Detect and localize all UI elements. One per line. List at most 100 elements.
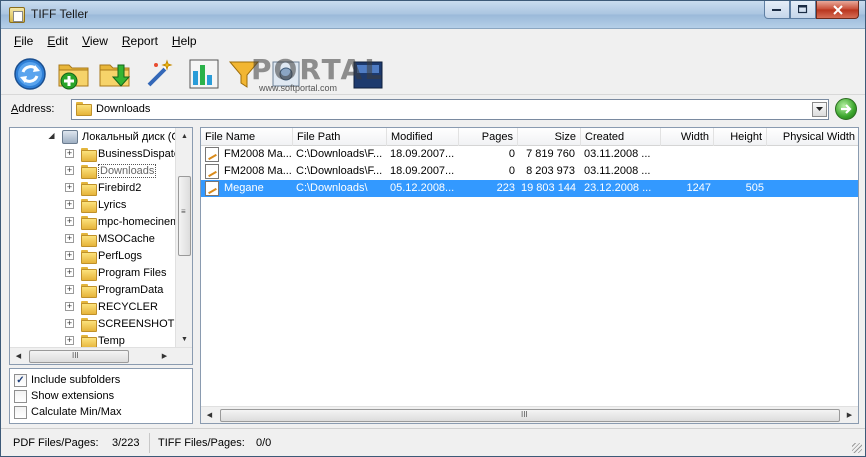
expand-plus-icon[interactable]: + bbox=[65, 319, 74, 328]
address-label-rest: ddress: bbox=[18, 103, 55, 115]
tree-root-label: Локальный диск (C bbox=[82, 131, 180, 143]
add-folder-button[interactable] bbox=[57, 57, 91, 91]
chart-report-icon bbox=[189, 59, 219, 89]
address-bar: Address: Downloads bbox=[1, 97, 865, 123]
tree-item[interactable]: + PerfLogs bbox=[10, 248, 176, 265]
folder-download-icon bbox=[99, 64, 131, 87]
add-folder-icon bbox=[58, 64, 89, 90]
menu-file[interactable]: File bbox=[7, 31, 40, 51]
app-icon[interactable] bbox=[9, 7, 25, 23]
menu-edit-rest: dit bbox=[55, 34, 69, 48]
cell-pages: 0 bbox=[508, 148, 515, 160]
resize-grip-icon[interactable] bbox=[852, 443, 862, 453]
menu-report-rest: eport bbox=[130, 34, 158, 48]
document-icon bbox=[205, 164, 219, 179]
menu-report-accel: R bbox=[121, 34, 131, 48]
folder-icon bbox=[81, 165, 97, 179]
checkbox-box[interactable] bbox=[14, 390, 27, 403]
file-row[interactable]: FM2008 Ma... C:\Downloads\F... 18.09.2007.… bbox=[201, 163, 858, 180]
cell-file-path: C:\Downloads\F... bbox=[296, 148, 383, 160]
scroll-right-arrow-icon[interactable]: ▶ bbox=[841, 407, 858, 423]
address-dropdown-button[interactable] bbox=[812, 102, 827, 117]
magic-wand-icon bbox=[147, 59, 173, 87]
column-header[interactable]: Physical Width bbox=[767, 128, 858, 146]
checkbox-box[interactable] bbox=[14, 406, 27, 419]
column-header[interactable]: Pages bbox=[459, 128, 518, 146]
folder-icon bbox=[81, 318, 97, 332]
cell-width bbox=[661, 146, 714, 163]
expand-plus-icon[interactable]: + bbox=[65, 149, 74, 158]
tree-item[interactable]: + Lyrics bbox=[10, 197, 176, 214]
address-label: Address: bbox=[11, 103, 54, 115]
tree-item[interactable]: + Downloads bbox=[10, 163, 176, 180]
menu-help[interactable]: Help bbox=[165, 31, 204, 51]
tree-item[interactable]: + MSOCache bbox=[10, 231, 176, 248]
scroll-down-arrow-icon[interactable]: ▼ bbox=[176, 331, 192, 348]
scroll-right-arrow-icon[interactable]: ▶ bbox=[156, 348, 173, 364]
scroll-up-arrow-icon[interactable]: ▲ bbox=[176, 128, 192, 145]
expand-plus-icon[interactable]: + bbox=[65, 166, 74, 175]
menu-edit[interactable]: Edit bbox=[40, 31, 75, 51]
column-header[interactable]: Height bbox=[714, 128, 767, 146]
column-header[interactable]: Created bbox=[581, 128, 661, 146]
report-button[interactable] bbox=[187, 57, 221, 91]
cell-modified: 18.09.2007... bbox=[390, 165, 455, 177]
file-row[interactable]: FM2008 Ma... C:\Downloads\F... 18.09.2007.… bbox=[201, 146, 858, 163]
tree-item[interactable]: + SCREENSHOTS bbox=[10, 316, 182, 333]
document-icon bbox=[205, 147, 219, 162]
grip-icon: ≡ bbox=[181, 207, 186, 216]
tree-vertical-scrollbar[interactable]: ▲ ≡ ▼ bbox=[175, 128, 192, 348]
tree-item[interactable]: + Firebird2 bbox=[10, 180, 176, 197]
list-hscroll-thumb[interactable]: III bbox=[220, 409, 840, 422]
menu-view[interactable]: View bbox=[75, 31, 115, 51]
expand-plus-icon[interactable]: + bbox=[65, 183, 74, 192]
column-header[interactable]: File Name bbox=[201, 128, 293, 146]
column-header[interactable]: Size bbox=[518, 128, 581, 146]
expand-plus-icon[interactable]: + bbox=[65, 268, 74, 277]
expand-plus-icon[interactable]: + bbox=[65, 302, 74, 311]
wizard-button[interactable] bbox=[143, 57, 177, 91]
scroll-left-arrow-icon[interactable]: ◀ bbox=[201, 407, 218, 423]
title-bar[interactable]: TIFF Teller bbox=[1, 1, 865, 29]
tree-scroll-thumb[interactable]: ≡ bbox=[178, 176, 191, 256]
cell-created: 23.12.2008 ... bbox=[584, 182, 652, 194]
column-header[interactable]: File Path bbox=[293, 128, 387, 146]
file-list[interactable]: File Name File Path Modified Pages Size Creat… bbox=[200, 127, 859, 424]
status-bar: PDF Files/Pages: 3/223 TIFF Files/Pages:… bbox=[1, 428, 865, 456]
import-folder-button[interactable] bbox=[98, 57, 132, 91]
address-combobox[interactable]: Downloads bbox=[71, 99, 829, 120]
column-header[interactable]: Width bbox=[661, 128, 714, 146]
expand-plus-icon[interactable]: + bbox=[65, 234, 74, 243]
expand-plus-icon[interactable]: + bbox=[65, 336, 74, 345]
minimize-button[interactable] bbox=[764, 1, 790, 19]
tree-horizontal-scrollbar[interactable]: ◀ III ▶ bbox=[10, 347, 192, 364]
tree-item[interactable]: + ProgramData bbox=[10, 282, 176, 299]
checkbox-box[interactable]: ✓ bbox=[14, 374, 27, 387]
scroll-left-arrow-icon[interactable]: ◀ bbox=[10, 348, 27, 364]
cell-height bbox=[714, 163, 767, 180]
watermark-url: www.softportal.com bbox=[259, 83, 338, 93]
refresh-button[interactable] bbox=[13, 57, 47, 91]
list-horizontal-scrollbar[interactable]: ◀ III ▶ bbox=[201, 406, 858, 423]
tree-item[interactable]: + BusinessDispatc bbox=[10, 146, 179, 163]
tree-item[interactable]: + mpc-homecinem bbox=[10, 214, 179, 231]
maximize-button[interactable] bbox=[790, 1, 816, 19]
expand-plus-icon[interactable]: + bbox=[65, 200, 74, 209]
expand-plus-icon[interactable]: + bbox=[65, 251, 74, 260]
file-row[interactable]: Megane C:\Downloads\ 05.12.2008... 223 19 80… bbox=[201, 180, 858, 197]
close-button[interactable] bbox=[816, 1, 859, 19]
tree-item[interactable]: + RECYCLER bbox=[10, 299, 176, 316]
tree-item[interactable]: + Program Files bbox=[10, 265, 176, 282]
collapse-arrow-icon[interactable]: ◢ bbox=[47, 132, 56, 141]
tree-hscroll-thumb[interactable]: III bbox=[29, 350, 129, 363]
menu-report[interactable]: Report bbox=[115, 31, 165, 51]
show-extensions-label: Show extensions bbox=[31, 390, 115, 402]
expand-plus-icon[interactable]: + bbox=[65, 285, 74, 294]
tree-item-label: Downloads bbox=[98, 164, 157, 178]
tree-item-label: Firebird2 bbox=[98, 182, 142, 194]
folder-tree[interactable]: ◢ Локальный диск (C + BusinessDispatc + Dow… bbox=[9, 127, 193, 365]
maximize-icon bbox=[798, 5, 808, 14]
expand-plus-icon[interactable]: + bbox=[65, 217, 74, 226]
go-button[interactable] bbox=[835, 98, 857, 120]
column-header[interactable]: Modified bbox=[387, 128, 459, 146]
